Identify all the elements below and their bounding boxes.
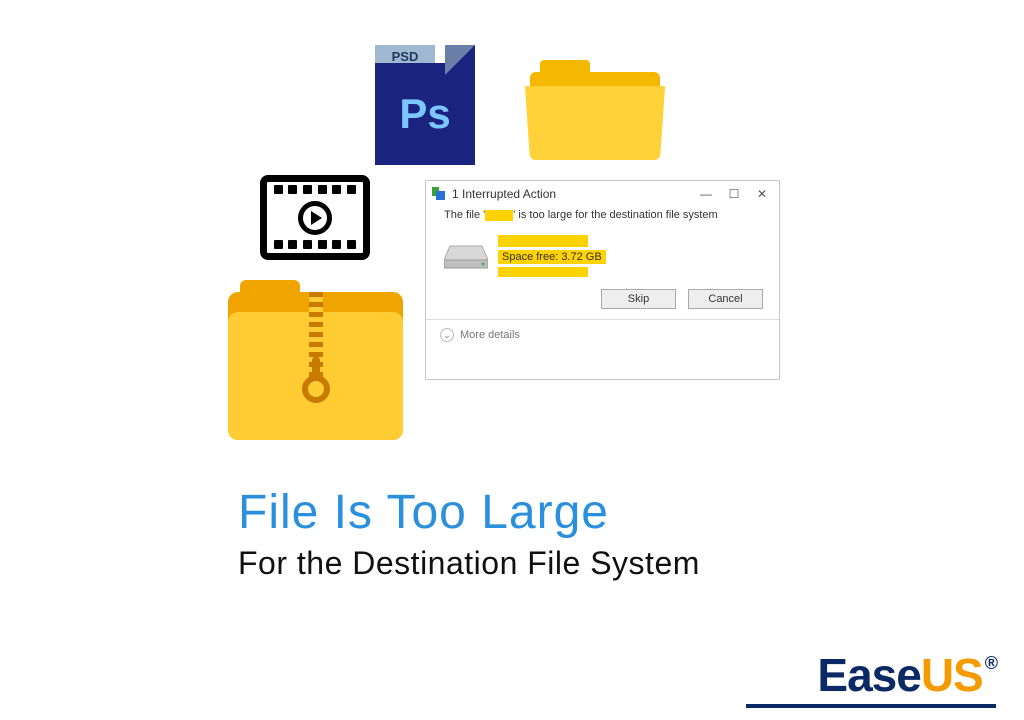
psd-ps-label: Ps [375,63,475,165]
redacted-drive-name [498,235,588,247]
drive-icon [444,242,488,270]
more-details-toggle[interactable]: ⌄ More details [426,320,779,350]
dialog-titlebar[interactable]: 1 Interrupted Action — ☐ ✕ [426,181,779,207]
headline-secondary: For the Destination File System [238,545,700,582]
chevron-down-icon: ⌄ [440,328,454,342]
headline-primary: File Is Too Large [238,485,609,540]
minimize-button[interactable]: — [699,187,713,201]
redacted-filename [485,210,513,221]
close-button[interactable]: ✕ [755,187,769,201]
copy-icon [432,187,446,201]
skip-button[interactable]: Skip [601,289,676,309]
maximize-button[interactable]: ☐ [727,187,741,201]
interrupted-action-dialog: 1 Interrupted Action — ☐ ✕ The file '' i… [425,180,780,380]
logo-underline [746,704,996,708]
easeus-logo: EaseUS® [817,648,996,702]
video-file-icon [260,175,370,260]
dialog-title: 1 Interrupted Action [452,187,699,201]
space-free-label: Space free: 3.72 GB [498,250,606,264]
more-details-label: More details [460,329,520,341]
dialog-message: The file '' is too large for the destina… [426,207,779,229]
redacted-capacity-bar [498,267,588,277]
cancel-button[interactable]: Cancel [688,289,763,309]
open-folder-icon [530,55,660,160]
psd-file-icon: PSD Ps [375,45,475,165]
play-icon [298,201,332,235]
zip-folder-icon [228,280,403,440]
